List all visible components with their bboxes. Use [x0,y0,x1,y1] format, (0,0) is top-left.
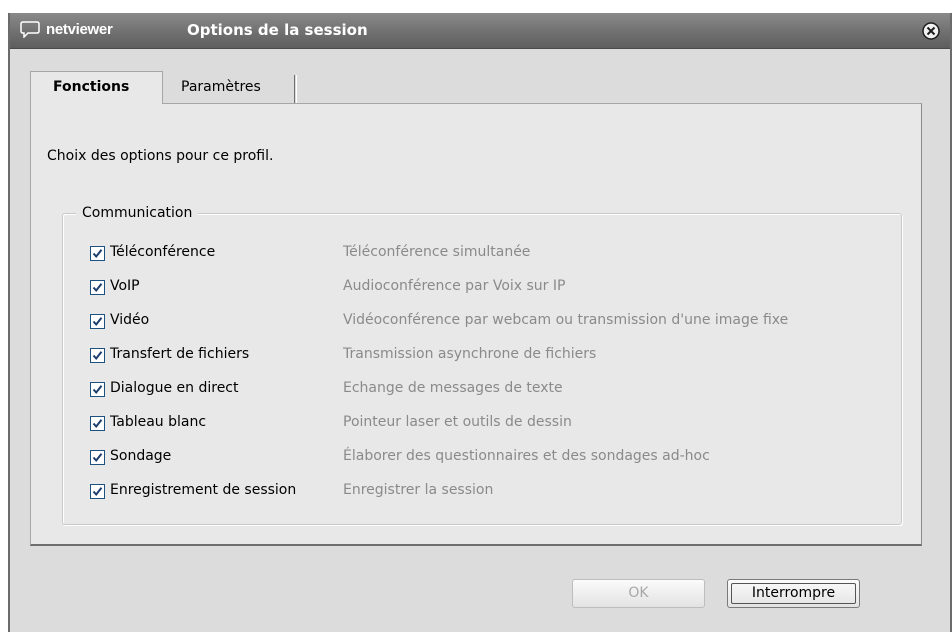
tab-parametres[interactable]: Paramètres [167,75,300,103]
checkmark-icon [92,385,103,395]
option-checkbox[interactable] [90,382,105,397]
checkmark-icon [92,283,103,293]
checkmark-icon [92,317,103,327]
tab-label: Fonctions [53,79,130,95]
checkmark-icon [92,249,103,259]
option-checkbox[interactable] [90,246,105,261]
tab-fonctions[interactable]: Fonctions [30,71,163,104]
tab-divider [294,75,297,103]
tab-label: Paramètres [181,79,261,95]
option-label[interactable]: Enregistrement de session [110,482,296,498]
option-description: Transmission asynchrone de fichiers [343,346,597,362]
option-checkbox[interactable] [90,280,105,295]
option-checkbox[interactable] [90,450,105,465]
option-description: Pointeur laser et outils de dessin [343,414,572,430]
option-description: Enregistrer la session [343,482,494,498]
intro-text: Choix des options pour ce profil. [47,148,274,164]
checkmark-icon [92,351,103,361]
ok-button[interactable]: OK [572,579,705,608]
checkmark-icon [92,419,103,429]
option-label[interactable]: Téléconférence [110,244,215,260]
group-title: Communication [76,205,199,221]
option-checkbox[interactable] [90,416,105,431]
window-title: Options de la session [187,21,368,39]
option-label[interactable]: Dialogue en direct [110,380,239,396]
option-label[interactable]: Vidéo [110,312,149,328]
speech-bubble-icon [20,21,40,38]
checkmark-icon [92,453,103,463]
option-checkbox[interactable] [90,484,105,499]
option-label[interactable]: VoIP [110,278,140,294]
option-description: Audioconférence par Voix sur IP [343,278,566,294]
option-description: Echange de messages de texte [343,380,563,396]
focus-ring [731,583,856,604]
option-description: Élaborer des questionnaires et des sonda… [343,448,710,464]
cancel-button[interactable]: Interrompre [727,579,860,608]
option-checkbox[interactable] [90,348,105,363]
close-icon[interactable] [922,22,940,40]
option-description: Téléconférence simultanée [343,244,531,260]
app-logo: netviewer [46,21,113,38]
title-bar[interactable]: netviewer Options de la session [10,13,950,49]
option-label[interactable]: Tableau blanc [110,414,206,430]
option-description: Vidéoconférence par webcam ou transmissi… [343,312,789,328]
checkmark-icon [92,487,103,497]
option-label[interactable]: Sondage [110,448,171,464]
option-checkbox[interactable] [90,314,105,329]
option-label[interactable]: Transfert de fichiers [110,346,249,362]
